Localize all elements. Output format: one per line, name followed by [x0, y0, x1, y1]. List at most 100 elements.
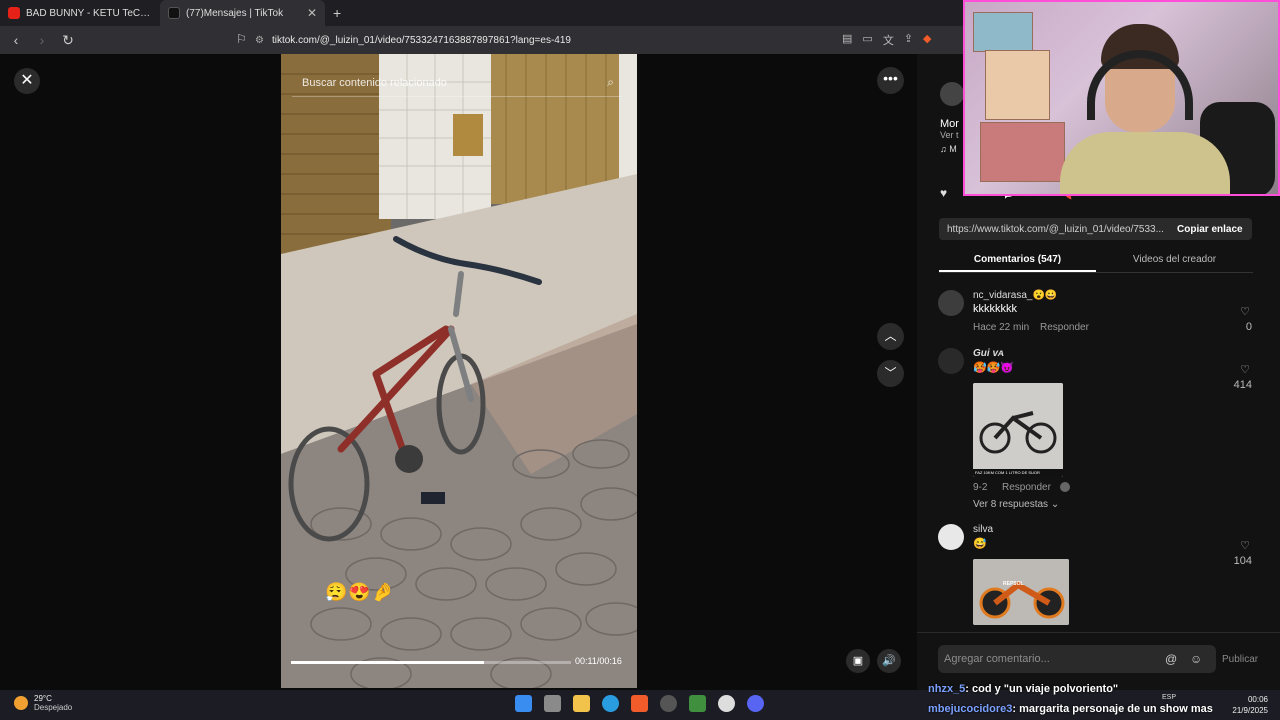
share-icon[interactable]: ⇪	[904, 32, 913, 48]
comment-like-icon[interactable]: ♡	[1238, 363, 1252, 376]
language-indicator[interactable]: ESP	[1162, 694, 1176, 701]
url-text: tiktok.com/@_luizin_01/video/75332471638…	[271, 34, 571, 46]
task-view-icon[interactable]	[544, 695, 561, 712]
clock-time: 00:06	[1247, 695, 1268, 704]
music-label[interactable]: ♫ M	[940, 144, 959, 154]
tab-title: BAD BUNNY - KETU TeCRÉ (Video Of	[26, 7, 152, 19]
author-avatar[interactable]	[940, 82, 964, 106]
forward-icon[interactable]: ›	[32, 32, 52, 48]
search-icon[interactable]: ⌕	[607, 75, 614, 90]
image-caption: FAZ 10KM COM 1 LITRO DE SUOR	[975, 470, 1040, 475]
browser-tool-icons: ▤ ▭ 文 ⇪ ◆	[842, 32, 932, 48]
comment-text: kkkkkkkk	[973, 303, 1017, 315]
share-link-text[interactable]: https://www.tiktok.com/@_luizin_01/video…	[939, 224, 1167, 235]
new-tab-button[interactable]: +	[325, 5, 349, 21]
minecraft-icon[interactable]	[689, 695, 706, 712]
author-sub: Ver t	[940, 130, 959, 140]
comment-like-count: 0	[1245, 321, 1252, 333]
volume-button[interactable]: 🔊	[877, 649, 901, 673]
reply-button[interactable]: Responder	[1040, 322, 1089, 333]
comment-time: Hace 22 min	[973, 322, 1030, 333]
brave-shield-icon[interactable]: ◆	[923, 32, 931, 48]
comment-like-count: 104	[1233, 555, 1252, 567]
reader-icon[interactable]: ▤	[842, 32, 852, 48]
weather-widget[interactable]: 29°C Despejado	[14, 694, 72, 712]
copy-link-button[interactable]: Copiar enlace	[1167, 224, 1243, 235]
comment-image[interactable]: FAZ 10KM COM 1 LITRO DE SUOR	[973, 383, 1063, 477]
edge-icon[interactable]	[602, 695, 619, 712]
comment-like-icon[interactable]: ♡	[1238, 539, 1252, 552]
chat-username: nhzx_5	[928, 683, 966, 695]
comment-image[interactable]: REPSOL	[973, 559, 1069, 625]
tab-creator-videos[interactable]: Videos del creador	[1096, 251, 1253, 272]
chat-message: mbejucocidore3: margarita personaje de u…	[928, 703, 1213, 715]
search-placeholder: Buscar contenido relacionado	[302, 76, 447, 89]
video-progress-fill	[291, 661, 484, 664]
commenter-avatar[interactable]	[938, 290, 964, 316]
commenter-name[interactable]: nc_vidarasa_😮😀	[973, 290, 1057, 301]
tiktok-icon	[168, 7, 180, 19]
previous-video-button[interactable]: ︿	[877, 323, 904, 350]
view-replies-button[interactable]: Ver 8 respuestas ⌄	[973, 499, 1059, 510]
tab-title: (77)Mensajes | TikTok	[186, 7, 284, 19]
site-info-icon[interactable]: ⚙	[255, 35, 264, 46]
pip-button[interactable]: ▣	[846, 649, 870, 673]
publish-button[interactable]: Publicar	[1222, 654, 1258, 665]
clock-date: 21/9/2025	[1232, 706, 1268, 715]
start-icon[interactable]	[515, 695, 532, 712]
commenter-name[interactable]: silva	[973, 524, 993, 535]
poster	[973, 12, 1033, 52]
video-progress-bar[interactable]	[291, 661, 571, 664]
translate-icon[interactable]: 文	[883, 32, 894, 48]
image-label: REPSOL	[1003, 581, 1024, 587]
commenter-avatar[interactable]	[938, 524, 964, 550]
streamer-webcam	[963, 0, 1280, 196]
weather-condition: Despejado	[34, 703, 73, 712]
emoji-icon[interactable]: ☺	[1190, 652, 1202, 666]
comment-like-count: 414	[1233, 379, 1252, 391]
reply-button[interactable]: Responder	[1002, 482, 1051, 493]
bookmark-icon[interactable]: ⚐	[236, 32, 247, 46]
reload-icon[interactable]: ↻	[58, 32, 78, 49]
tab-bad-bunny[interactable]: BAD BUNNY - KETU TeCRÉ (Video Of	[0, 0, 160, 26]
comment-like-icon[interactable]: ♡	[1238, 305, 1252, 318]
creator-avatar-small	[1060, 482, 1070, 492]
comment-text: 😅	[973, 538, 987, 550]
related-search-input[interactable]: Buscar contenido relacionado ⌕	[292, 69, 622, 97]
comment-input[interactable]: Agregar comentario... @ ☺	[938, 645, 1216, 673]
more-options-button[interactable]: •••	[877, 67, 904, 94]
mention-icon[interactable]: @	[1165, 652, 1177, 666]
system-clock[interactable]: 00:06 21/9/2025	[1230, 694, 1268, 716]
close-viewer-button[interactable]: ✕	[14, 68, 40, 94]
commenter-name[interactable]: Gui ᴠᴀ	[973, 348, 1004, 359]
youtube-icon	[8, 7, 20, 19]
like-icon[interactable]: ♥	[940, 186, 947, 200]
cast-icon[interactable]: ▭	[862, 32, 872, 48]
author-name[interactable]: Mor	[940, 118, 959, 130]
chat-text: : cod y "un viaje polvoriento"	[965, 683, 1119, 695]
taskbar-apps	[515, 695, 764, 712]
close-tab-icon[interactable]: ✕	[307, 6, 317, 20]
tab-comments[interactable]: Comentarios (547)	[939, 251, 1096, 272]
comment-item: silva 😅 REPSOL ♡ 104	[938, 524, 1258, 629]
video-emoji-caption: 😮‍💨😍🤌	[325, 582, 396, 602]
commenter-avatar[interactable]	[938, 348, 964, 374]
tab-tiktok[interactable]: (77)Mensajes | TikTok ✕	[160, 0, 325, 26]
poster	[980, 122, 1065, 182]
comment-time: 9-2	[973, 482, 988, 493]
poster	[985, 50, 1050, 120]
chatgpt-icon[interactable]	[660, 695, 677, 712]
brave-icon[interactable]	[631, 695, 648, 712]
video-time: 00:11/00:16	[575, 656, 622, 666]
discord-icon[interactable]	[747, 695, 764, 712]
comment-item: nc_vidarasa_😮😀 kkkkkkkk Hace 22 min Resp…	[938, 290, 1258, 340]
comment-placeholder: Agregar comentario...	[944, 653, 1050, 665]
author-info: Mor Ver t ♫ M	[940, 118, 959, 154]
file-explorer-icon[interactable]	[573, 695, 590, 712]
next-video-button[interactable]: ﹀	[877, 360, 904, 387]
sun-icon	[14, 696, 28, 710]
panel-tabs: Comentarios (547) Videos del creador	[939, 251, 1253, 273]
back-icon[interactable]: ‹	[6, 32, 26, 48]
obs-icon[interactable]	[718, 695, 735, 712]
chat-message: nhzx_5: cod y "un viaje polvoriento"	[928, 683, 1118, 695]
